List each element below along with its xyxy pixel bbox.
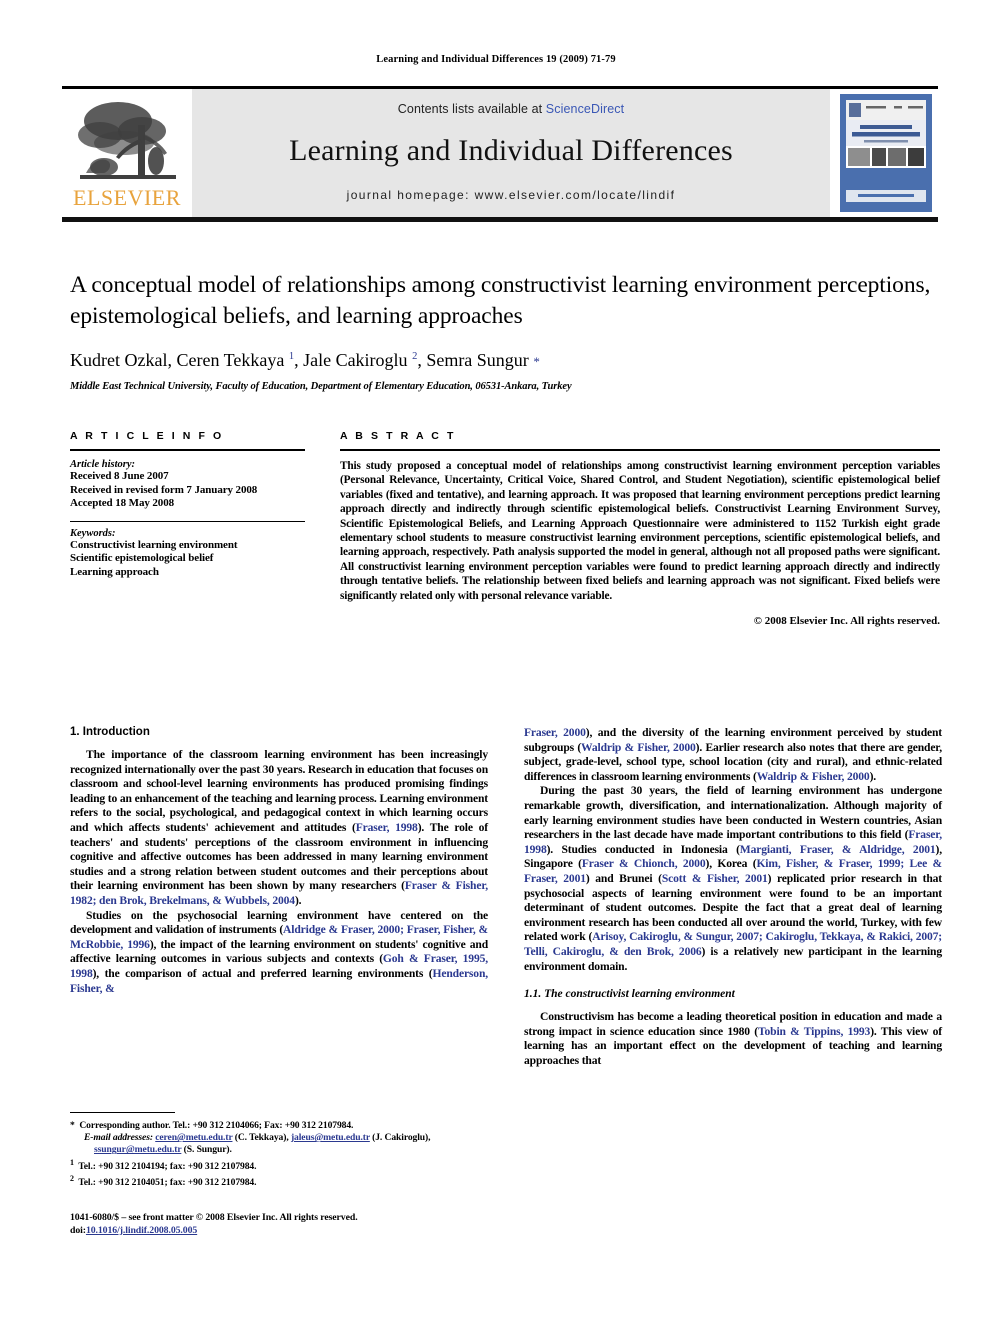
contents-prefix-text: Contents lists available at <box>397 102 546 116</box>
running-head: Learning and Individual Differences 19 (… <box>376 54 616 65</box>
citation-fraser-2000[interactable]: Fraser, 2000 <box>524 726 586 739</box>
footnote-1-text: Tel.: +90 312 2104194; fax: +90 312 2107… <box>78 1160 257 1172</box>
keyword-item: Learning approach <box>70 565 159 578</box>
article-history-item: Received in revised form 7 January 2008 <box>70 483 258 496</box>
footnote-corresponding-author: * Corresponding author. Tel.: +90 312 21… <box>70 1120 488 1132</box>
sciencedirect-link[interactable]: ScienceDirect <box>546 102 624 116</box>
text-run: ), the comparison of actual and preferre… <box>92 966 433 980</box>
issn-copyright-line: 1041-6080/$ – see front matter © 2008 El… <box>70 1212 358 1223</box>
email-owner-3: (S. Sungur). <box>181 1144 232 1156</box>
footnote-rule <box>70 1112 175 1113</box>
article-history-label: Article history: <box>70 459 136 470</box>
citation-waldrip-fisher-2000[interactable]: Waldrip & Fisher, 2000 <box>581 741 696 754</box>
journal-homepage-line[interactable]: journal homepage: www.elsevier.com/locat… <box>347 188 676 202</box>
front-matter-block: 1041-6080/$ – see front matter © 2008 El… <box>70 1212 500 1237</box>
paragraph-intro-2-continued: Fraser, 2000), and the diversity of the … <box>524 726 942 784</box>
text-run: ). <box>294 893 302 907</box>
abstract-divider <box>340 449 940 451</box>
info-abstract-row: A R T I C L E I N F O Article history: R… <box>70 430 940 627</box>
text-run: ). <box>869 769 877 783</box>
subsection-heading-constructivist-learning-environment: 1.1. The constructivist learning environ… <box>524 988 735 1001</box>
authors-part-3: , Semra Sungur <box>417 350 534 370</box>
abstract-text: This study proposed a conceptual model o… <box>340 460 940 602</box>
email-link-sungur[interactable]: ssungur@metu.edu.tr <box>94 1144 181 1155</box>
citation-margianti-2001[interactable]: Margianti, Fraser, & Aldridge, 2001 <box>740 843 936 856</box>
keywords-divider <box>70 520 305 522</box>
header-bottom-rule <box>62 217 938 222</box>
paragraph-intro-2: Studies on the psychosocial learning env… <box>70 909 488 997</box>
abstract-column: A B S T R A C T This study proposed a co… <box>340 430 940 627</box>
citation-fraser-chionch-2000[interactable]: Fraser & Chionch, 2000 <box>582 857 706 870</box>
journal-header: ELSEVIER Contents lists available at Sci… <box>62 86 938 222</box>
abstract-copyright: © 2008 Elsevier Inc. All rights reserved… <box>753 615 940 628</box>
body-columns: 1. Introduction The importance of the cl… <box>70 726 942 1068</box>
footnote-marker-1: 1 <box>70 1157 74 1167</box>
footnote-emails: E-mail addresses: ceren@metu.edu.tr (C. … <box>70 1132 488 1156</box>
doi-line: doi:10.1016/j.lindif.2008.05.005 <box>70 1225 500 1238</box>
footnote-marker-2: 2 <box>70 1174 74 1183</box>
article-info-divider <box>70 449 305 451</box>
keyword-item: Constructivist learning environment <box>70 538 238 551</box>
doi-link[interactable]: 10.1016/j.lindif.2008.05.005 <box>86 1225 197 1236</box>
authors-part-1: Kudret Ozkal, Ceren Tekkaya <box>70 350 289 370</box>
email-owner-2: (J. Cakiroglu), <box>369 1132 431 1144</box>
section-heading-introduction: 1. Introduction <box>70 726 150 738</box>
author-list: Kudret Ozkal, Ceren Tekkaya 1, Jale Caki… <box>70 346 940 373</box>
journal-header-center: Contents lists available at ScienceDirec… <box>192 89 830 217</box>
email-owner-1: (C. Tekkaya), <box>232 1132 291 1144</box>
text-run: ). Studies conducted in Indonesia ( <box>546 842 740 856</box>
text-run: ), Korea ( <box>705 857 757 871</box>
footnote-star-text: Corresponding author. Tel.: +90 312 2104… <box>79 1120 354 1131</box>
citation-fraser-1998[interactable]: Fraser, 1998 <box>356 821 418 834</box>
keywords-label: Keywords: <box>70 527 116 539</box>
email-addresses-label: E-mail addresses: <box>84 1132 153 1144</box>
email-link-cakiroglu[interactable]: jaleus@metu.edu.tr <box>291 1132 370 1143</box>
citation-waldrip-fisher-2000-b[interactable]: Waldrip & Fisher, 2000 <box>757 770 870 783</box>
body-column-right: Fraser, 2000), and the diversity of the … <box>524 726 942 1068</box>
article-history-item: Accepted 18 May 2008 <box>70 497 175 509</box>
page-title: A conceptual model of relationships amon… <box>70 272 931 329</box>
doi-label: doi: <box>70 1224 86 1236</box>
abstract-heading: A B S T R A C T <box>340 430 456 442</box>
footnote-2-text: Tel.: +90 312 2104051; fax: +90 312 2107… <box>78 1177 257 1189</box>
body-column-left: 1. Introduction The importance of the cl… <box>70 726 488 1068</box>
paragraph-intro-1: The importance of the classroom learning… <box>70 748 488 909</box>
text-run: ) and Brunei ( <box>585 871 662 885</box>
citation-tobin-tippins-1993[interactable]: Tobin & Tippins, 1993 <box>758 1025 870 1038</box>
text-run: During the past 30 years, the field of l… <box>524 784 942 842</box>
article-history-item: Received 8 June 2007 <box>70 470 169 482</box>
footnote-1: 1 Tel.: +90 312 2104194; fax: +90 312 21… <box>70 1157 488 1173</box>
article-info-heading: A R T I C L E I N F O <box>70 430 224 442</box>
title-block: A conceptual model of relationships amon… <box>70 270 940 392</box>
email-link-tekkaya[interactable]: ceren@metu.edu.tr <box>155 1132 232 1143</box>
journal-cover-thumbnail <box>834 89 938 217</box>
journal-title: Learning and Individual Differences <box>289 134 733 167</box>
footnotes-block: * Corresponding author. Tel.: +90 312 21… <box>70 1112 488 1189</box>
elsevier-tree-icon <box>72 95 184 187</box>
citation-scott-fisher-2001[interactable]: Scott & Fisher, 2001 <box>662 872 768 885</box>
contents-available-line: Contents lists available at ScienceDirec… <box>398 102 624 116</box>
footnote-star-marker: * <box>70 1120 75 1131</box>
keyword-item: Scientific epistemological belief <box>70 552 214 564</box>
journal-article-page: Learning and Individual Differences 19 (… <box>0 0 992 1323</box>
article-info-column: A R T I C L E I N F O Article history: R… <box>70 430 305 627</box>
affiliation: Middle East Technical University, Facult… <box>70 381 572 392</box>
elsevier-logo: ELSEVIER <box>62 89 192 217</box>
paragraph-intro-3: During the past 30 years, the field of l… <box>524 784 942 974</box>
authors-part-2: , Jale Cakiroglu <box>294 350 413 370</box>
footnote-2: 2 Tel.: +90 312 2104051; fax: +90 312 21… <box>70 1173 488 1189</box>
paragraph-constructivism-1: Constructivism has become a leading theo… <box>524 1010 942 1068</box>
elsevier-wordmark: ELSEVIER <box>73 185 181 210</box>
corresponding-author-marker[interactable]: * <box>533 354 540 369</box>
